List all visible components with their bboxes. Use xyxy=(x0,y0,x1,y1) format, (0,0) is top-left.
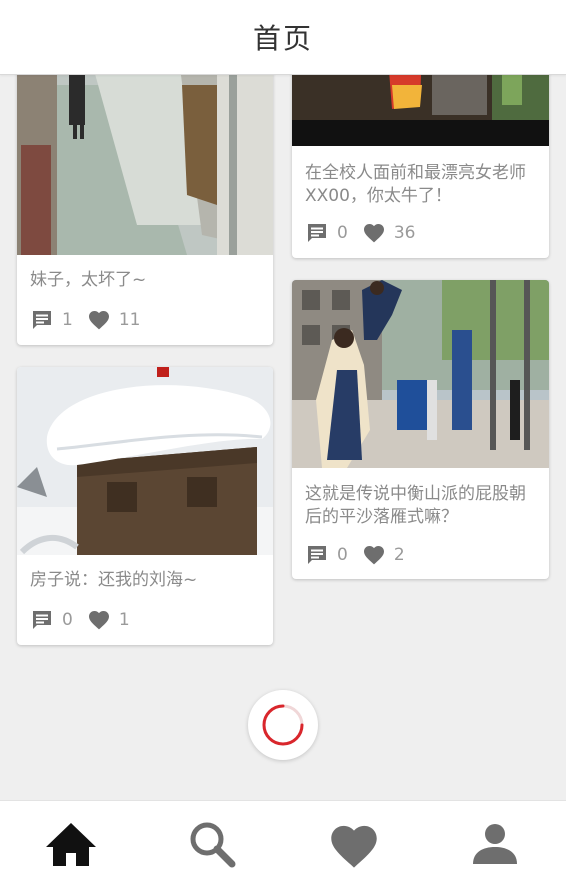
tab-home[interactable] xyxy=(0,801,142,886)
comment-count: 0 xyxy=(337,223,348,243)
loading-spinner xyxy=(248,690,318,760)
card-image[interactable] xyxy=(292,280,549,468)
card-image[interactable] xyxy=(17,45,273,255)
card-stats: 0 2 xyxy=(305,543,419,567)
page-title: 首页 xyxy=(252,22,313,55)
comment-count: 0 xyxy=(62,610,73,630)
card-title[interactable]: 房子说：还我的刘海~ xyxy=(30,569,263,592)
feed-card[interactable]: 在全校人面前和最漂亮女老师XX00，你太牛了！ 0 36 xyxy=(292,45,549,258)
comment-icon[interactable] xyxy=(30,308,54,332)
tab-profile[interactable] xyxy=(425,801,566,886)
like-count: 2 xyxy=(393,545,405,565)
like-count: 11 xyxy=(118,310,141,330)
card-stats: 0 1 xyxy=(30,608,144,632)
feed-card[interactable]: 房子说：还我的刘海~ 0 1 xyxy=(17,367,273,645)
comment-count: 0 xyxy=(337,545,348,565)
like-count: 36 xyxy=(393,223,416,243)
feed-card[interactable]: 这就是传说中衡山派的屁股朝后的平沙落雁式嘛？ 0 2 xyxy=(292,280,549,579)
heart-icon[interactable] xyxy=(87,608,111,632)
card-title[interactable]: 在全校人面前和最漂亮女老师XX00，你太牛了！ xyxy=(305,162,539,208)
comment-icon[interactable] xyxy=(305,221,329,245)
heart-icon[interactable] xyxy=(87,308,111,332)
card-stats: 1 11 xyxy=(30,308,154,332)
card-title[interactable]: 妹子，太坏了~ xyxy=(30,269,263,292)
card-title[interactable]: 这就是传说中衡山派的屁股朝后的平沙落雁式嘛？ xyxy=(305,483,539,529)
person-icon[interactable] xyxy=(471,820,519,868)
bottom-tab-bar xyxy=(0,800,566,886)
comment-count: 1 xyxy=(62,310,73,330)
comment-icon[interactable] xyxy=(305,543,329,567)
card-image[interactable] xyxy=(17,367,273,555)
home-icon[interactable] xyxy=(44,819,98,869)
app-header: 首页 xyxy=(0,0,566,75)
heart-icon[interactable] xyxy=(362,543,386,567)
search-icon[interactable] xyxy=(187,819,237,869)
spinner-icon xyxy=(262,704,304,746)
feed-card[interactable]: 妹子，太坏了~ 1 11 xyxy=(17,45,273,345)
comment-icon[interactable] xyxy=(30,608,54,632)
like-count: 1 xyxy=(118,610,130,630)
heart-icon[interactable] xyxy=(362,221,386,245)
heart-icon[interactable] xyxy=(326,819,382,869)
card-stats: 0 36 xyxy=(305,221,429,245)
tab-search[interactable] xyxy=(142,801,284,886)
tab-favorites[interactable] xyxy=(283,801,425,886)
